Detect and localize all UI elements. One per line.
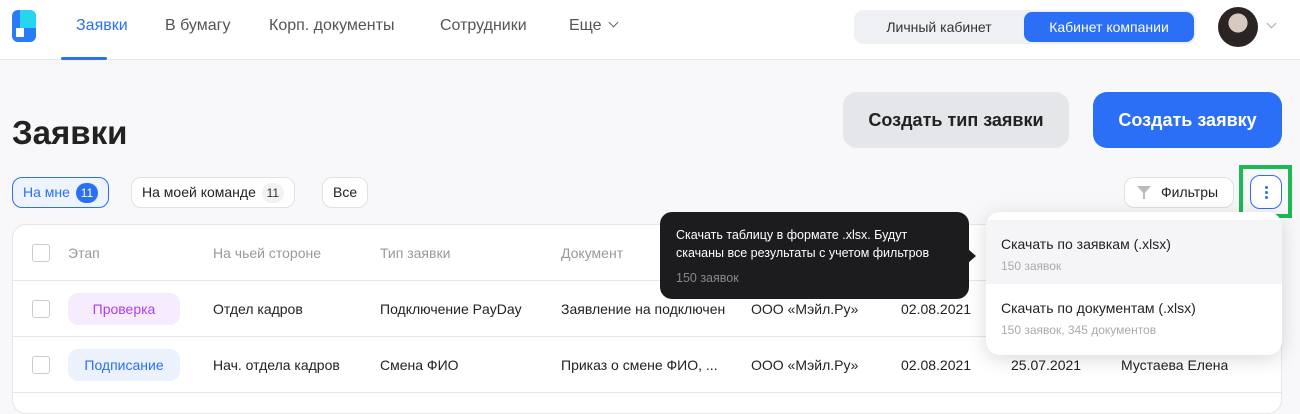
nav-more[interactable]: Еще [569, 17, 619, 35]
tooltip-text: Скачать таблицу в формате .xlsx. Будут с… [676, 228, 930, 260]
dot [1265, 191, 1268, 194]
nav-corp-docs[interactable]: Корп. документы [269, 17, 394, 35]
export-tooltip: Скачать таблицу в формате .xlsx. Будут с… [660, 212, 976, 299]
create-request-type-button[interactable]: Создать тип заявки [843, 92, 1069, 148]
side-cell: Отдел кадров [213, 301, 303, 317]
menu-item-sub: 150 заявок [1001, 259, 1062, 273]
menu-item-title: Скачать по документам (.xlsx) [1001, 300, 1196, 316]
export-menu: Скачать по заявкам (.xlsx) 150 заявок Ск… [986, 212, 1282, 355]
menu-item-export-documents[interactable]: Скачать по документам (.xlsx) 150 заявок… [986, 284, 1282, 348]
select-all-checkbox[interactable] [32, 244, 50, 262]
nav-to-paper[interactable]: В бумагу [165, 17, 230, 35]
chip-my-team[interactable]: На моей команде 11 [131, 177, 295, 208]
chip-label: Все [333, 184, 358, 200]
menu-item-sub: 150 заявок, 345 документов [1001, 323, 1157, 337]
company-cell: ООО «Мэйл.Ру» [751, 357, 859, 373]
filter-icon [1137, 186, 1151, 199]
tooltip-sub: 150 заявок [676, 271, 739, 285]
chevron-down-icon [608, 17, 619, 28]
col-stage[interactable]: Этап [68, 225, 100, 281]
nav-employees[interactable]: Сотрудники [440, 17, 527, 35]
nav-requests[interactable]: Заявки [76, 17, 128, 35]
chip-on-me[interactable]: На мне 11 [12, 177, 109, 208]
dot [1265, 186, 1268, 189]
dot [1265, 196, 1268, 199]
menu-item-title: Скачать по заявкам (.xlsx) [1001, 236, 1171, 252]
chevron-down-icon[interactable] [1266, 18, 1277, 29]
menu-item-export-requests[interactable]: Скачать по заявкам (.xlsx) 150 заявок [986, 220, 1282, 284]
col-side[interactable]: На чьей стороне [213, 225, 321, 281]
type-cell: Подключение PayDay [380, 301, 522, 317]
row-checkbox[interactable] [32, 300, 50, 318]
chip-label: На мне [23, 184, 70, 200]
nav-more-label: Еще [569, 17, 602, 34]
top-nav: Заявки В бумагу Корп. документы Сотрудни… [0, 0, 1300, 60]
chip-all[interactable]: Все [322, 177, 369, 208]
count-badge: 11 [75, 183, 98, 203]
filters-button[interactable]: Фильтры [1124, 177, 1234, 208]
cabinet-switch: Личный кабинет Кабинет компании [854, 10, 1196, 44]
page-title: Заявки [12, 114, 128, 151]
row-checkbox[interactable] [32, 356, 50, 374]
col-document[interactable]: Документ [561, 225, 623, 281]
more-options-button[interactable] [1250, 175, 1282, 209]
create-request-button[interactable]: Создать заявку [1093, 92, 1282, 148]
active-tab-indicator [61, 57, 107, 60]
count-badge: 11 [261, 183, 284, 203]
personal-cabinet-tab[interactable]: Личный кабинет [858, 12, 1020, 42]
company-cabinet-tab[interactable]: Кабинет компании [1024, 12, 1194, 42]
col-type[interactable]: Тип заявки [380, 225, 450, 281]
chip-label: На моей команде [142, 184, 256, 200]
filters-label: Фильтры [1161, 184, 1219, 200]
date-cell: 02.08.2021 [901, 357, 972, 373]
status-badge: Проверка [68, 293, 180, 325]
side-cell: Нач. отдела кадров [213, 357, 340, 373]
status-badge: Подписание [68, 349, 180, 381]
type-cell: Смена ФИО [380, 357, 459, 373]
logo-icon[interactable] [12, 10, 36, 42]
doc-cell: Приказ о смене ФИО, ... [561, 357, 718, 373]
avatar[interactable] [1218, 7, 1258, 47]
